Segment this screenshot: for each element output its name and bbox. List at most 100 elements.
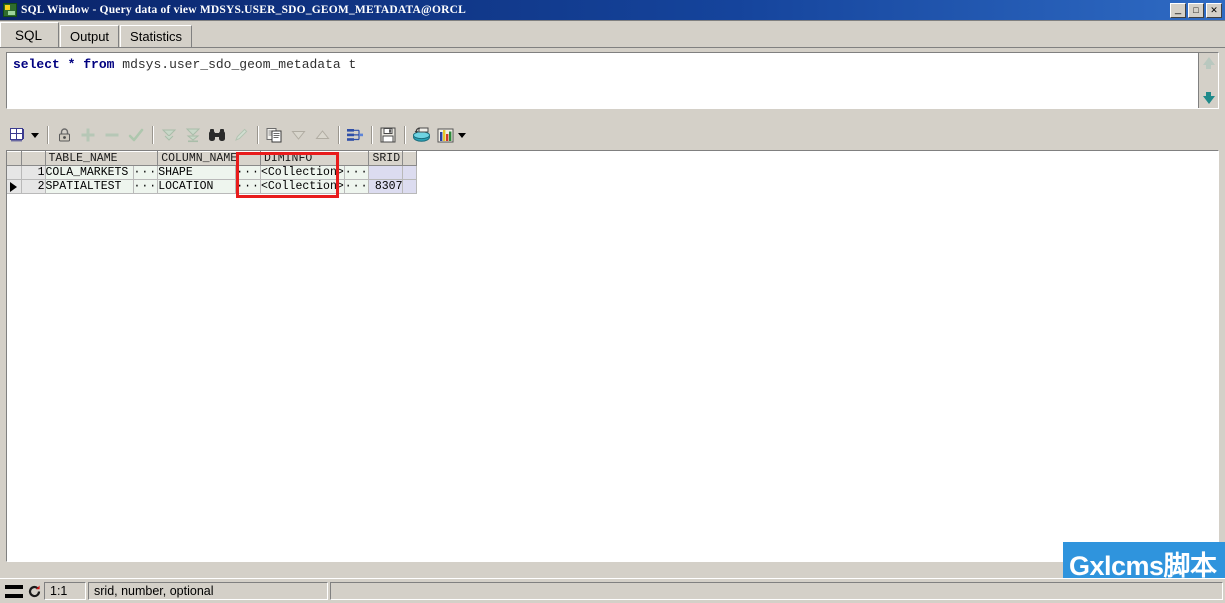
fetch-last-page-button[interactable] bbox=[181, 124, 205, 146]
status-bar-icons bbox=[0, 584, 42, 599]
close-icon: ✕ bbox=[1210, 4, 1218, 15]
column-header-table-name[interactable]: TABLE_NAME bbox=[45, 151, 159, 166]
minimize-icon: _ bbox=[1174, 2, 1182, 15]
cell-diminfo-ellipsis[interactable]: ··· bbox=[344, 179, 370, 194]
row-filler bbox=[402, 165, 418, 180]
row-indicator-cell[interactable] bbox=[7, 165, 22, 180]
tab-output-label: Output bbox=[70, 29, 110, 44]
arrow-down-icon[interactable] bbox=[1202, 92, 1215, 104]
current-row-arrow-icon bbox=[10, 181, 18, 192]
arrow-up-icon[interactable] bbox=[1202, 57, 1215, 69]
grid-rownum-header[interactable] bbox=[21, 151, 46, 166]
status-message: srid, number, optional bbox=[88, 582, 328, 600]
database-export-icon bbox=[412, 127, 430, 142]
sql-editor[interactable]: select * from mdsys.user_sdo_geom_metada… bbox=[6, 52, 1219, 109]
cursor-position: 1:1 bbox=[44, 582, 86, 600]
post-changes-button[interactable] bbox=[124, 124, 148, 146]
toolbar-separator-5 bbox=[371, 126, 372, 144]
toolbar-separator-4 bbox=[338, 126, 339, 144]
cell-table-name[interactable]: COLA_MARKETS bbox=[45, 165, 134, 180]
result-grid[interactable]: TABLE_NAME COLUMN_NAME DIMINFO SRID 1 CO… bbox=[6, 150, 1219, 562]
floppy-disk-icon bbox=[380, 127, 396, 143]
column-header-column-name[interactable]: COLUMN_NAME bbox=[157, 151, 261, 166]
lock-record-button[interactable] bbox=[52, 124, 76, 146]
tab-statistics-label: Statistics bbox=[130, 29, 183, 44]
chart-button[interactable] bbox=[433, 124, 457, 146]
minimize-button[interactable]: _ bbox=[1170, 2, 1186, 18]
tab-strip: SQL Output Statistics bbox=[0, 21, 1225, 48]
editor-scroll-buttons bbox=[1198, 53, 1218, 108]
toolbar-separator-3 bbox=[257, 126, 258, 144]
pencil-icon bbox=[235, 128, 248, 141]
sql-editor-text[interactable]: select * from mdsys.user_sdo_geom_metada… bbox=[7, 53, 1198, 108]
maximize-icon: □ bbox=[1193, 4, 1199, 15]
grid-layout-button[interactable] bbox=[6, 124, 30, 146]
tab-statistics[interactable]: Statistics bbox=[120, 25, 193, 47]
sql-window: SQL Window - Query data of view MDSYS.US… bbox=[0, 0, 1225, 603]
export-database-button[interactable] bbox=[409, 124, 433, 146]
find-button[interactable] bbox=[205, 124, 229, 146]
grid-layout-dropdown-arrow-icon[interactable] bbox=[31, 132, 39, 138]
binoculars-icon bbox=[209, 129, 225, 141]
bar-chart-icon bbox=[437, 128, 453, 143]
table-row[interactable]: 2 SPATIALTEST ··· LOCATION ··· <Collecti… bbox=[7, 179, 418, 194]
chart-dropdown-arrow-icon[interactable] bbox=[458, 132, 466, 138]
fetch-next-page-button[interactable] bbox=[157, 124, 181, 146]
cell-column-name[interactable]: LOCATION bbox=[157, 179, 237, 194]
window-controls: _ □ ✕ bbox=[1170, 2, 1222, 18]
copy-pages-icon bbox=[266, 128, 281, 143]
toolbar-separator-2 bbox=[152, 126, 153, 144]
copy-to-clipboard-button[interactable] bbox=[262, 124, 286, 146]
explain-plan-button[interactable] bbox=[343, 124, 367, 146]
triangle-up-icon bbox=[314, 130, 330, 139]
cell-table-name[interactable]: SPATIALTEST bbox=[45, 179, 134, 194]
cell-column-name-ellipsis[interactable]: ··· bbox=[235, 165, 261, 180]
maximize-button[interactable]: □ bbox=[1188, 2, 1204, 18]
column-header-srid[interactable]: SRID bbox=[368, 151, 404, 166]
cell-diminfo[interactable]: <Collection> bbox=[260, 165, 345, 180]
lock-icon bbox=[58, 128, 70, 142]
sql-window-icon bbox=[3, 3, 17, 17]
results-toolbar bbox=[6, 122, 1219, 148]
result-grid-table: TABLE_NAME COLUMN_NAME DIMINFO SRID 1 CO… bbox=[7, 151, 418, 194]
toolbar-separator-1 bbox=[47, 126, 48, 144]
grid-header-row: TABLE_NAME COLUMN_NAME DIMINFO SRID bbox=[7, 151, 418, 166]
tab-output[interactable]: Output bbox=[60, 25, 120, 47]
toolbar-separator-6 bbox=[404, 126, 405, 144]
grid-header-filler bbox=[402, 151, 418, 166]
save-button[interactable] bbox=[376, 124, 400, 146]
window-title-bar[interactable]: SQL Window - Query data of view MDSYS.US… bbox=[0, 0, 1225, 21]
insert-record-button[interactable] bbox=[76, 124, 100, 146]
row-number: 1 bbox=[21, 165, 46, 180]
close-button[interactable]: ✕ bbox=[1206, 2, 1222, 18]
cell-diminfo[interactable]: <Collection> bbox=[260, 179, 345, 194]
delete-record-button[interactable] bbox=[100, 124, 124, 146]
cell-diminfo-ellipsis[interactable]: ··· bbox=[344, 165, 370, 180]
triangle-down-icon bbox=[290, 131, 306, 140]
chevron-down-bar-icon bbox=[185, 128, 201, 143]
cell-column-name[interactable]: SHAPE bbox=[157, 165, 237, 180]
cell-srid[interactable] bbox=[368, 165, 404, 180]
list-lines-icon[interactable] bbox=[5, 584, 23, 598]
sort-descending-button[interactable] bbox=[286, 124, 310, 146]
cell-table-name-ellipsis[interactable]: ··· bbox=[133, 165, 159, 180]
column-header-diminfo[interactable]: DIMINFO bbox=[260, 151, 370, 166]
row-number: 2 bbox=[21, 179, 46, 194]
tab-sql-label: SQL bbox=[15, 27, 43, 43]
sql-keyword-from: from bbox=[83, 57, 115, 72]
minus-icon bbox=[105, 133, 119, 137]
grid-corner-cell[interactable] bbox=[7, 151, 22, 166]
sort-ascending-button[interactable] bbox=[310, 124, 334, 146]
edit-data-button[interactable] bbox=[229, 124, 253, 146]
cell-srid[interactable]: 8307 bbox=[368, 179, 404, 194]
status-bar-filler bbox=[330, 582, 1223, 600]
cell-table-name-ellipsis[interactable]: ··· bbox=[133, 179, 159, 194]
window-title: SQL Window - Query data of view MDSYS.US… bbox=[21, 4, 466, 16]
row-indicator-cell[interactable] bbox=[7, 179, 22, 194]
cell-column-name-ellipsis[interactable]: ··· bbox=[235, 179, 261, 194]
refresh-icon[interactable] bbox=[27, 584, 42, 599]
table-row[interactable]: 1 COLA_MARKETS ··· SHAPE ··· <Collection… bbox=[7, 165, 418, 180]
watermark-text: Gxlcms脚本 bbox=[1069, 550, 1217, 581]
double-chevron-down-icon bbox=[161, 129, 177, 141]
tab-sql[interactable]: SQL bbox=[0, 22, 60, 47]
